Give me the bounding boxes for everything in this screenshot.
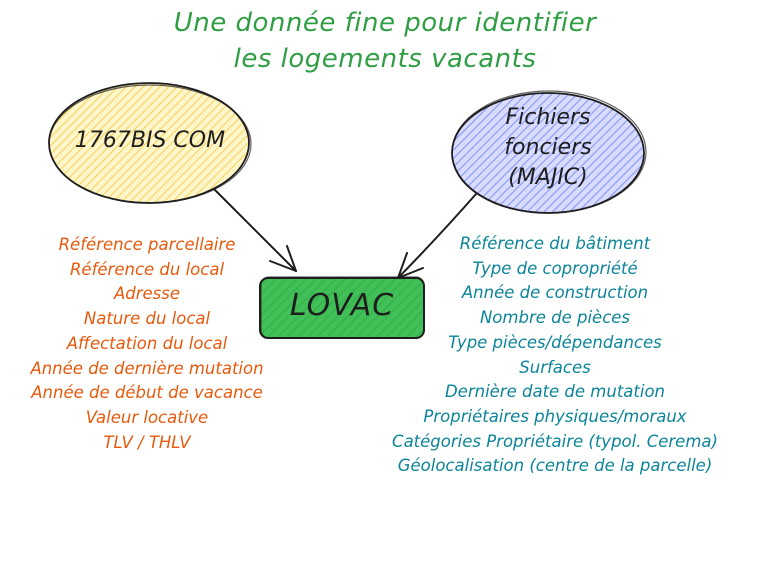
left-list-item: Référence parcellaire: [58, 235, 236, 254]
right-list-item: Type de copropriété: [472, 258, 638, 278]
title-line-2: les logements vacants: [233, 44, 537, 74]
left-list-item: Adresse: [113, 284, 181, 304]
right-list-item: Année de construction: [461, 283, 649, 303]
left-list-item: Valeur locative: [85, 407, 209, 427]
left-attribute-list: Référence parcellaire Référence du local A…: [0, 233, 294, 455]
right-attribute-list: Référence du bâtiment Type de copropriété…: [340, 232, 770, 479]
left-list-item: Année de début de vacance: [31, 383, 263, 403]
left-list-item: Affectation du local: [66, 333, 228, 353]
left-list-item: Référence du local: [69, 259, 225, 279]
right-list-item: Nombre de pièces: [479, 308, 631, 328]
right-list-item: Géolocalisation (centre de la parcelle): [397, 456, 713, 476]
right-list-item: Type pièces/dépendances: [448, 332, 662, 352]
left-list-item: Nature du local: [83, 309, 211, 329]
right-list-item: Référence du bâtiment: [459, 234, 651, 253]
right-node-line: Fichiers: [505, 105, 591, 130]
right-node-line: fonciers: [504, 135, 592, 160]
right-node-label: Fichiers fonciers (MAJIC): [458, 103, 638, 193]
right-list-item: Catégories Propriétaire (typol. Cerema): [392, 431, 718, 451]
right-list-item: Dernière date de mutation: [444, 382, 666, 402]
diagram-canvas: Une donnée fine pour identifier les loge…: [0, 0, 770, 566]
right-node-line: (MAJIC): [508, 165, 588, 190]
title-line-1: Une donnée fine pour identifier: [173, 8, 597, 38]
left-list-item: Année de dernière mutation: [30, 358, 264, 378]
left-list-item: TLV / THLV: [103, 432, 191, 452]
right-list-item: Propriétaires physiques/moraux: [423, 406, 687, 426]
left-node-label: 1767BIS COM: [74, 128, 226, 153]
right-list-item: Surfaces: [519, 357, 591, 377]
